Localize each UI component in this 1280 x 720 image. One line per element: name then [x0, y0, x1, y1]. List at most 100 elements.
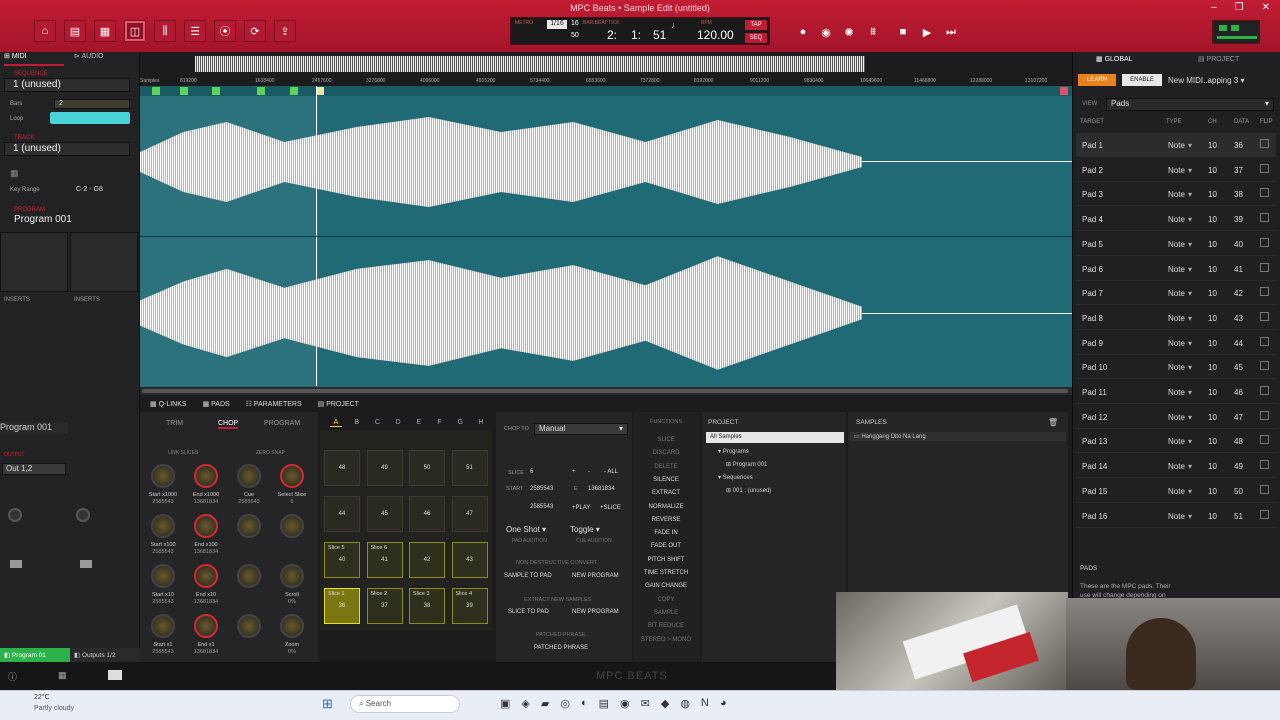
row-flip-checkbox[interactable] [1260, 361, 1269, 371]
qlink-knob[interactable] [194, 564, 218, 588]
qlink-knob[interactable] [280, 464, 304, 488]
grid-view-icon[interactable]: ▦ [10, 168, 19, 179]
mode-trim[interactable]: TRIM [166, 420, 183, 427]
volume-fader-1[interactable] [10, 560, 22, 568]
pad[interactable]: Slice 2 37 [366, 588, 403, 624]
overview-strip[interactable] [140, 52, 1072, 78]
eq-icon[interactable]: ☰ [184, 20, 206, 42]
qlink-knob[interactable] [237, 514, 261, 538]
enable-button[interactable]: ENABLE [1122, 74, 1162, 86]
slice-marker[interactable] [257, 87, 265, 95]
row-flip-checkbox[interactable] [1260, 262, 1269, 272]
add-slice-button[interactable]: +SLICE [600, 505, 621, 511]
track-slot-1[interactable] [0, 232, 68, 292]
seq001-node[interactable]: ⊞ 001 : (unused) [726, 487, 771, 494]
store-icon[interactable]: ▤ [599, 697, 609, 710]
qlink-knob[interactable] [151, 464, 175, 488]
start-value[interactable]: 2585543 [530, 486, 553, 492]
row-data[interactable]: 46 [1234, 388, 1243, 397]
slice-value[interactable]: 6 [530, 469, 533, 475]
midi-row[interactable]: Pad 15 Note ▾ 10 50 [1076, 479, 1276, 503]
function-reverse[interactable]: REVERSE [636, 517, 696, 523]
program001-node[interactable]: ⊞ Program 001 [726, 461, 767, 468]
zero-snap-toggle[interactable]: ZERO SNAP [256, 450, 285, 456]
weather-temp[interactable]: 22°C [34, 694, 50, 701]
play-icon[interactable]: ▶ [918, 26, 936, 42]
midi-row[interactable]: Pad 9 Note ▾ 10 44 [1076, 331, 1276, 355]
row-flip-checkbox[interactable] [1260, 460, 1269, 470]
pan-knob-1[interactable] [8, 508, 22, 522]
midi-row[interactable]: Pad 4 Note ▾ 10 39 [1076, 207, 1276, 232]
dell-icon[interactable]: ◎ [560, 697, 570, 710]
slice-minus[interactable]: - [588, 469, 590, 475]
row-type-select[interactable]: Note [1168, 512, 1185, 521]
qlink-knob[interactable] [151, 564, 175, 588]
row-data[interactable]: 47 [1234, 413, 1243, 422]
row-data[interactable]: 51 [1234, 512, 1243, 521]
function-copy[interactable]: COPY [636, 597, 696, 603]
midi-row[interactable]: Pad 8 Note ▾ 10 43 [1076, 306, 1276, 330]
taskbar-search[interactable]: ⌕ Search [350, 695, 460, 713]
row-channel[interactable]: 10 [1208, 314, 1217, 323]
row-type-select[interactable]: Note [1168, 289, 1185, 298]
view-select[interactable]: Pads ▾ [1106, 98, 1274, 111]
pad[interactable]: Slice 3 38 [409, 588, 445, 624]
tab-pads[interactable]: ▦ PADS [203, 400, 230, 408]
row-flip-checkbox[interactable] [1260, 139, 1269, 148]
row-data[interactable]: 43 [1234, 314, 1243, 323]
function-discard[interactable]: DISCARD [636, 450, 696, 456]
overdub-icon[interactable]: ◉ [817, 26, 835, 42]
qlink-knob[interactable] [151, 514, 175, 538]
steam-icon[interactable]: ◍ [680, 697, 690, 710]
row-flip-checkbox[interactable] [1260, 410, 1269, 420]
row-flip-checkbox[interactable] [1260, 287, 1269, 297]
program-select[interactable]: Program 001 [14, 214, 72, 225]
pad[interactable]: Slice 6 41 [366, 542, 403, 578]
row-data[interactable]: 38 [1234, 190, 1243, 199]
loop-icon[interactable]: ⟳ [244, 20, 266, 42]
tick-value[interactable]: 51 [653, 28, 666, 42]
new-program-button-2[interactable]: NEW PROGRAM [572, 609, 619, 615]
pad[interactable]: Slice 5 40 [324, 542, 360, 578]
function-stereo-mono[interactable]: STEREO > MONO [636, 637, 696, 643]
new-program-button[interactable]: NEW PROGRAM [572, 573, 619, 579]
slice-marker[interactable] [180, 87, 188, 95]
sequences-node[interactable]: ▾ Sequences [718, 474, 753, 481]
horizontal-scrollbar[interactable] [140, 387, 1072, 395]
pad[interactable]: 50 [409, 450, 445, 486]
browser-toggle-icon[interactable] [108, 670, 122, 680]
maximize-button[interactable]: ❐ [1235, 2, 1244, 13]
row-type-select[interactable]: Note [1168, 339, 1185, 348]
row-channel[interactable]: 10 [1208, 190, 1217, 199]
row-data[interactable]: 39 [1234, 215, 1243, 224]
midi-row[interactable]: Pad 12 Note ▾ 10 47 [1076, 405, 1276, 429]
row-data[interactable]: 49 [1234, 462, 1243, 471]
row-type-select[interactable]: Note [1168, 363, 1185, 372]
weather-desc[interactable]: Partly cloudy [34, 705, 74, 712]
mail-icon[interactable]: ✉ [641, 697, 650, 710]
slice-marker[interactable] [152, 87, 160, 95]
qlink-knob[interactable] [237, 464, 261, 488]
qlink-knob[interactable] [194, 514, 218, 538]
row-data[interactable]: 50 [1234, 487, 1243, 496]
seq-button[interactable]: SEQ [745, 33, 767, 43]
row-data[interactable]: 41 [1234, 265, 1243, 274]
info-icon[interactable]: ⓘ [8, 670, 17, 683]
bar-value[interactable]: 2: [607, 28, 617, 42]
row-type-select[interactable]: Note [1168, 190, 1185, 199]
row-flip-checkbox[interactable] [1260, 213, 1269, 223]
export-icon[interactable]: ⇪ [274, 20, 296, 42]
link-slices-toggle[interactable]: LINK SLICES [168, 450, 198, 456]
windows-start-icon[interactable]: ⊞ [322, 696, 333, 712]
copilot-icon[interactable]: ◈ [521, 697, 529, 710]
volume-fader-2[interactable] [80, 560, 92, 568]
punch-icon[interactable]: ⩩ [864, 26, 882, 42]
program-channel-tab[interactable]: ◧ Program 01 [0, 648, 70, 662]
midi-row[interactable]: Pad 14 Note ▾ 10 49 [1076, 454, 1276, 479]
row-flip-checkbox[interactable] [1260, 311, 1269, 321]
play-button[interactable]: +PLAY [572, 505, 590, 511]
pad-bank-b[interactable]: B [351, 419, 363, 426]
row-channel[interactable]: 10 [1208, 141, 1217, 150]
row-data[interactable]: 42 [1234, 289, 1243, 298]
pad-audition-select[interactable]: One Shot ▾ [506, 525, 564, 534]
